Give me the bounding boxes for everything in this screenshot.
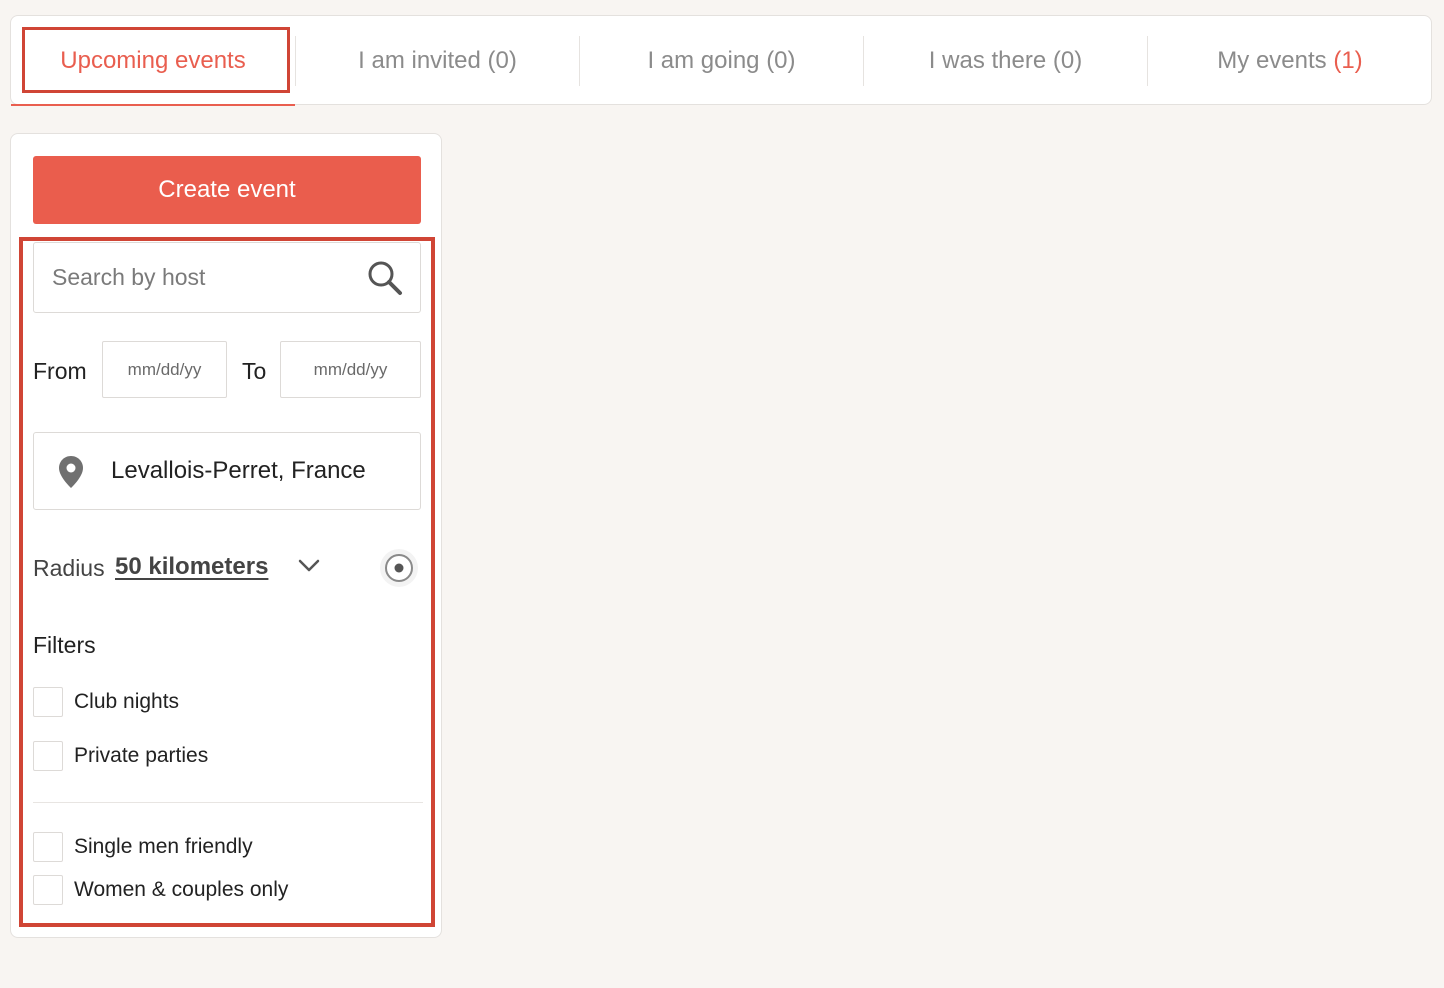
tab-my-events[interactable]: My events (1) bbox=[1148, 16, 1432, 106]
active-tab-underline bbox=[11, 104, 295, 106]
checkbox[interactable] bbox=[33, 832, 63, 862]
location-value: Levallois-Perret, France bbox=[111, 457, 366, 484]
map-pin-icon bbox=[59, 456, 83, 488]
filters-heading: Filters bbox=[33, 632, 96, 658]
radius-dropdown[interactable]: 50 kilometers bbox=[115, 553, 268, 581]
radius-label: Radius bbox=[33, 555, 105, 581]
date-to-label: To bbox=[242, 358, 267, 384]
chevron-down-icon[interactable] bbox=[298, 558, 320, 574]
search-by-host-field[interactable] bbox=[33, 242, 421, 313]
checkbox-label: Women & couples only bbox=[74, 878, 289, 901]
filter-single-men-friendly[interactable]: Single men friendly bbox=[33, 832, 253, 862]
date-to-input[interactable] bbox=[280, 341, 421, 398]
tab-label: I am going (0) bbox=[647, 47, 796, 74]
checkbox[interactable] bbox=[33, 741, 63, 771]
filter-private-parties[interactable]: Private parties bbox=[33, 741, 208, 771]
filters-divider bbox=[33, 802, 423, 803]
tab-i-am-going[interactable]: I am going (0) bbox=[580, 16, 863, 106]
location-field[interactable]: Levallois-Perret, France bbox=[33, 432, 421, 510]
tab-bar: Upcoming events I am invited (0) I am go… bbox=[10, 15, 1432, 106]
tab-upcoming-events[interactable]: Upcoming events bbox=[11, 16, 295, 106]
tab-label: I am invited (0) bbox=[358, 47, 517, 74]
tab-label: I was there (0) bbox=[928, 47, 1083, 74]
date-from-label: From bbox=[33, 358, 87, 384]
tab-i-was-there[interactable]: I was there (0) bbox=[864, 16, 1147, 106]
tab-i-am-invited[interactable]: I am invited (0) bbox=[296, 16, 579, 106]
filter-sidebar: Create event From To Levallois-Perret, F… bbox=[10, 133, 442, 938]
tab-count-badge: (1) bbox=[1333, 47, 1363, 74]
checkbox[interactable] bbox=[33, 687, 63, 717]
checkbox-label: Private parties bbox=[74, 744, 209, 767]
search-icon[interactable] bbox=[366, 259, 404, 297]
filter-club-nights[interactable]: Club nights bbox=[33, 687, 179, 717]
locate-me-icon[interactable] bbox=[379, 548, 419, 588]
checkbox-label: Club nights bbox=[74, 690, 180, 713]
search-input[interactable] bbox=[34, 243, 354, 312]
tab-label: My events bbox=[1217, 47, 1327, 74]
create-event-button[interactable]: Create event bbox=[33, 156, 421, 224]
tab-label: Upcoming events bbox=[60, 47, 246, 74]
date-from-input[interactable] bbox=[102, 341, 227, 398]
filter-women-couples-only[interactable]: Women & couples only bbox=[33, 875, 288, 905]
checkbox-label: Single men friendly bbox=[74, 835, 253, 858]
checkbox[interactable] bbox=[33, 875, 63, 905]
